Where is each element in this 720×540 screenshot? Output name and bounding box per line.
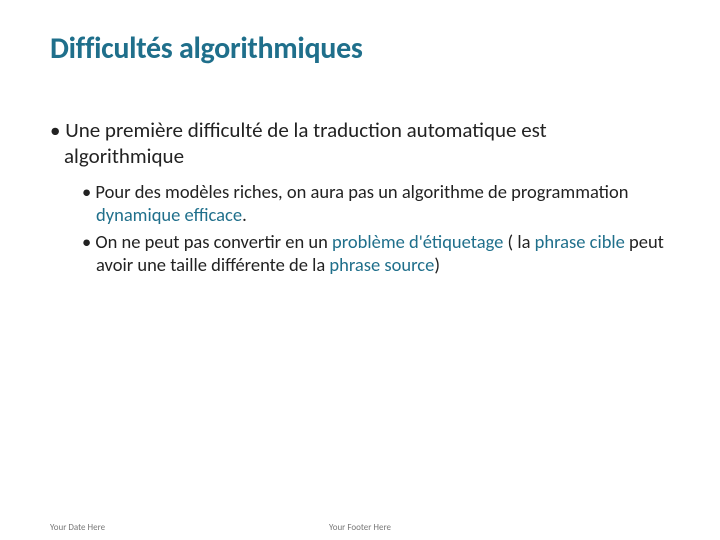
slide-title: Difficultés algorithmiques	[50, 30, 670, 67]
bullet-text: Une première difficulté de la traduction…	[64, 117, 547, 169]
bullet-level2: On ne peut pas convertir en un problème …	[82, 230, 670, 276]
highlight-text: phrase source	[329, 253, 434, 276]
highlight-text: problème d'étiquetage	[332, 230, 503, 253]
highlight-text: phrase cible	[535, 230, 625, 253]
bullet-text: .	[242, 203, 247, 226]
bullet-text: )	[434, 253, 440, 276]
highlight-text: dynamique efficace	[96, 203, 242, 226]
bullet-text: ( la	[503, 230, 534, 253]
bullet-level2: Pour des modèles riches, on aura pas un …	[82, 180, 670, 226]
bullet-text: On ne peut pas convertir en un	[95, 230, 332, 253]
bullet-text: Pour des modèles riches, on aura pas un …	[95, 180, 628, 203]
slide: Difficultés algorithmiques Une première …	[0, 0, 720, 540]
footer-text: Your Footer Here	[0, 522, 720, 533]
bullet-level1: Une première difficulté de la traduction…	[50, 117, 670, 170]
